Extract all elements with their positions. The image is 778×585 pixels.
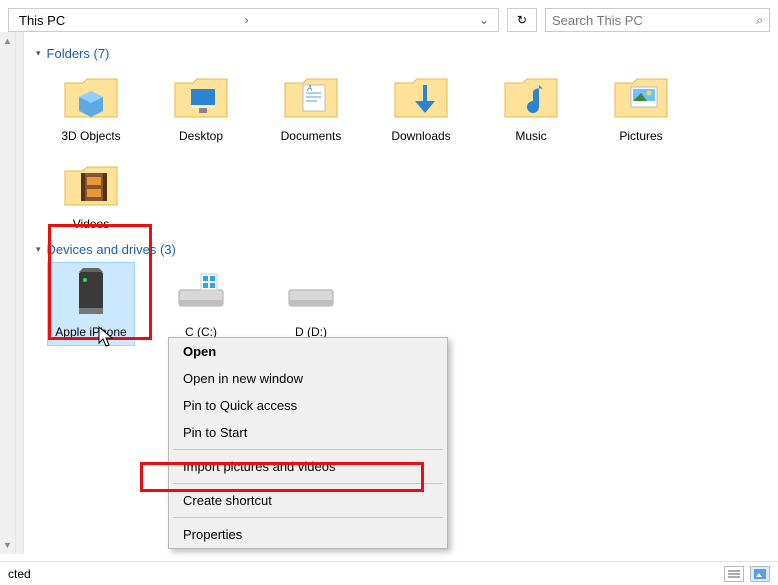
devices-grid: Apple iPhone C (C:) [48,263,764,345]
menu-item-pin-quick-access[interactable]: Pin to Quick access [169,392,447,419]
group-header-folders[interactable]: ▾ Folders (7) [36,46,764,61]
folder-icon [48,67,134,127]
folder-label: Music [488,129,574,145]
chevron-down-icon: ▾ [36,48,41,59]
menu-item-properties[interactable]: Properties [169,521,447,548]
vertical-scrollbar[interactable]: ▲ ▼ [0,32,16,554]
status-bar: cted [0,561,778,585]
drive-icon [268,263,354,323]
annotation-highlight [48,224,152,340]
refresh-icon: ↻ [517,13,527,27]
search-icon: ⌕ [756,13,763,28]
folder-documents[interactable]: A Documents [268,67,354,145]
group-label-folders: Folders (7) [47,46,110,61]
folder-label: Desktop [158,129,244,145]
chevron-right-icon[interactable]: › [237,13,257,27]
folder-icon [378,67,464,127]
folder-icon [488,67,574,127]
view-details-button[interactable] [724,566,744,582]
search-input[interactable]: Search This PC ⌕ [545,8,770,32]
svg-text:A: A [306,84,312,93]
search-placeholder: Search This PC [552,13,756,28]
refresh-button[interactable]: ↻ [507,8,537,32]
folder-pictures[interactable]: Pictures [598,67,684,145]
folders-grid: 3D Objects Desktop [48,67,764,232]
folder-videos[interactable]: Videos [48,155,134,233]
folder-label: 3D Objects [48,129,134,145]
folder-music[interactable]: Music [488,67,574,145]
folder-label: Pictures [598,129,684,145]
menu-item-pin-start[interactable]: Pin to Start [169,419,447,446]
drive-icon [158,263,244,323]
scroll-up-icon[interactable]: ▲ [3,32,12,50]
address-bar[interactable]: This PC › ⌄ [8,8,499,32]
context-menu: Open Open in new window Pin to Quick acc… [168,337,448,549]
drive-d[interactable]: D (D:) [268,263,354,345]
folder-icon: A [268,67,354,127]
breadcrumb-location[interactable]: This PC [13,13,237,28]
view-thumbnails-button[interactable] [750,566,770,582]
menu-separator [173,449,443,450]
folder-icon [158,67,244,127]
chevron-down-icon[interactable]: ⌄ [474,13,494,27]
nav-pane-gutter [16,32,24,554]
drive-c[interactable]: C (C:) [158,263,244,345]
chevron-down-icon: ▾ [36,244,41,255]
annotation-highlight [140,462,424,492]
folder-icon [48,155,134,215]
status-text: cted [8,567,31,581]
folder-desktop[interactable]: Desktop [158,67,244,145]
folder-icon [598,67,684,127]
folder-label: Documents [268,129,354,145]
menu-separator [173,517,443,518]
folder-3d-objects[interactable]: 3D Objects [48,67,134,145]
folder-downloads[interactable]: Downloads [378,67,464,145]
scroll-down-icon[interactable]: ▼ [3,536,12,554]
menu-item-open-new-window[interactable]: Open in new window [169,365,447,392]
menu-item-open[interactable]: Open [169,338,447,365]
folder-label: Downloads [378,129,464,145]
